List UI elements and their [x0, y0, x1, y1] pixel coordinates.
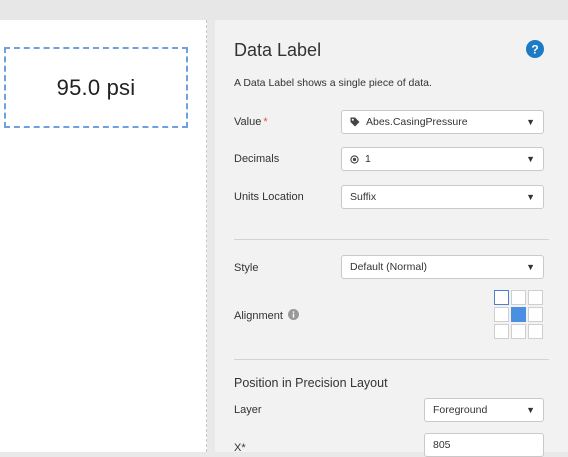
align-top-right[interactable]	[528, 290, 543, 305]
units-location-select-text: Suffix	[350, 191, 377, 203]
align-center[interactable]	[511, 307, 526, 322]
properties-panel: Data Label ? A Data Label shows a single…	[215, 20, 568, 457]
align-bottom-right[interactable]	[528, 324, 543, 339]
help-icon[interactable]: ?	[526, 40, 544, 58]
tag-icon	[350, 117, 360, 127]
required-marker: *	[263, 116, 268, 128]
value-select[interactable]: Abes.CasingPressure ▼	[341, 110, 544, 134]
layout-canvas[interactable]: 95.0 psi	[0, 20, 207, 452]
info-icon[interactable]	[287, 309, 299, 320]
layer-select[interactable]: Foreground ▼	[424, 398, 544, 422]
chevron-down-icon: ▼	[526, 117, 535, 127]
units-location-label: Units Location	[234, 191, 304, 203]
align-middle-left[interactable]	[494, 307, 509, 322]
style-select-text: Default (Normal)	[350, 261, 428, 273]
decimals-label: Decimals	[234, 153, 280, 165]
units-location-select[interactable]: Suffix ▼	[341, 185, 544, 209]
panel-title: Data Label	[234, 40, 322, 60]
panel-description: A Data Label shows a single piece of dat…	[234, 77, 432, 89]
x-input[interactable]: 805	[424, 433, 544, 457]
section-divider	[234, 359, 549, 360]
value-label: Value *	[234, 116, 268, 128]
alignment-label: Alignment	[234, 309, 299, 322]
layer-select-text: Foreground	[433, 404, 488, 416]
decimals-select-text: 1	[365, 153, 371, 165]
align-middle-right[interactable]	[528, 307, 543, 322]
svg-text:?: ?	[531, 43, 538, 57]
align-top-left[interactable]	[494, 290, 509, 305]
decimals-select[interactable]: 1 ▼	[341, 147, 544, 171]
chevron-down-icon: ▼	[526, 154, 535, 164]
style-label: Style	[234, 262, 259, 274]
chevron-down-icon: ▼	[526, 405, 535, 415]
value-label-text: Value	[234, 116, 262, 128]
x-label: X*	[234, 442, 246, 454]
top-toolbar	[0, 0, 568, 20]
widget-value-text: 95.0 psi	[56, 74, 136, 100]
position-section-title: Position in Precision Layout	[234, 376, 388, 390]
align-bottom-center[interactable]	[511, 324, 526, 339]
align-top-center[interactable]	[511, 290, 526, 305]
style-select[interactable]: Default (Normal) ▼	[341, 255, 544, 279]
data-label-widget[interactable]: 95.0 psi	[4, 47, 188, 128]
section-divider	[234, 239, 549, 240]
x-input-value: 805	[433, 439, 451, 451]
layer-label: Layer	[234, 404, 262, 416]
chevron-down-icon: ▼	[526, 262, 535, 272]
radio-icon	[350, 154, 359, 164]
align-bottom-left[interactable]	[494, 324, 509, 339]
alignment-label-text: Alignment	[234, 310, 283, 322]
chevron-down-icon: ▼	[526, 192, 535, 202]
alignment-grid	[494, 290, 543, 339]
value-select-text: Abes.CasingPressure	[366, 116, 468, 128]
panel-gutter	[207, 20, 215, 452]
